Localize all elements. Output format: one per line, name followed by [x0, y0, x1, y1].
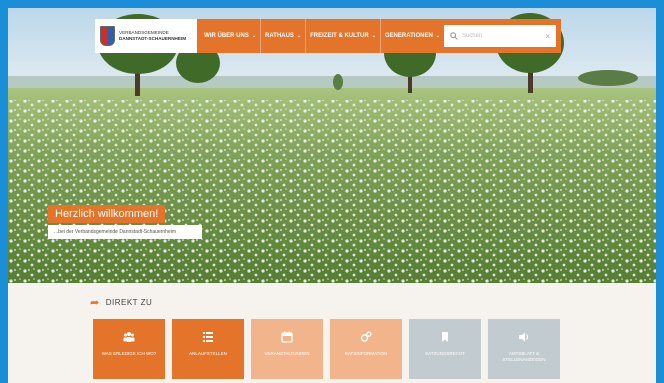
chevron-down-icon: ⌄: [435, 33, 440, 39]
tile-satzungsrecht[interactable]: SATZUNGSRECHT: [409, 319, 481, 379]
welcome-title: Herzlich willkommen!: [48, 205, 166, 223]
nav-item-label: FREIZEIT & KULTUR: [310, 33, 369, 39]
welcome-subtitle: ...bei der Verbandsgemeinde Dannstadt-Sc…: [48, 225, 202, 239]
bookmark-icon: [442, 332, 448, 342]
search-input[interactable]: [457, 33, 546, 39]
search-icon[interactable]: [450, 32, 458, 40]
tile-label: VERANSTALTUNGEN: [264, 351, 310, 356]
calendar-icon: [281, 331, 293, 343]
list-icon: [203, 332, 213, 342]
logo-line2: DANNSTADT-SCHAUERNHEIM: [119, 36, 187, 41]
site-logo[interactable]: VERBANDSGEMEINDE DANNSTADT-SCHAUERNHEIM: [95, 19, 198, 53]
tile-amtsblatt-stellenanzeigen[interactable]: AMTSBLATT & STELLENANZEIGEN: [488, 319, 560, 379]
chevron-down-icon: ⌄: [371, 33, 376, 39]
direct-section-heading: ➦ DIREKT ZU: [90, 296, 152, 309]
crest-icon: [100, 26, 115, 46]
cogs-icon: [360, 331, 372, 342]
chevron-down-icon: ⌄: [251, 33, 257, 39]
tile-label: SATZUNGSRECHT: [425, 351, 465, 356]
page-frame: VERBANDSGEMEINDE DANNSTADT-SCHAUERNHEIM …: [8, 8, 656, 383]
direct-title: DIREKT ZU: [105, 298, 153, 307]
speaker-icon: [519, 332, 529, 342]
tile-veranstaltungen[interactable]: VERANSTALTUNGEN: [251, 319, 323, 379]
tile-label: WAS ERLEDIGE ICH WO?: [101, 351, 157, 356]
tile-ratsinformation[interactable]: RATSINFORMATION: [330, 319, 402, 379]
nav-item-generationen[interactable]: GENERATIONEN ⌄: [381, 19, 444, 53]
chevron-down-icon: ⌄: [296, 33, 302, 39]
nav-item-label: GENERATIONEN: [384, 33, 433, 39]
nav-item-label: WIR ÜBER UNS: [204, 33, 249, 39]
search-box: ×: [444, 25, 556, 47]
people-icon: [123, 332, 135, 342]
nav-item-wir-ueber-uns[interactable]: WIR ÜBER UNS ⌄: [200, 19, 262, 53]
nav-item-rathaus[interactable]: RATHAUS ⌄: [261, 19, 307, 53]
nav-item-label: RATHAUS: [265, 33, 294, 39]
main-nav: WIR ÜBER UNS ⌄ RATHAUS ⌄ FREIZEIT & KULT…: [197, 19, 561, 53]
tile-label: AMTSBLATT & STELLENANZEIGEN: [502, 351, 546, 362]
logo-text: VERBANDSGEMEINDE DANNSTADT-SCHAUERNHEIM: [119, 30, 186, 42]
share-arrow-icon: ➦: [90, 297, 100, 309]
welcome-box: Herzlich willkommen! ...bei der Verbands…: [48, 204, 202, 239]
tile-was-erledige-ich-wo[interactable]: WAS ERLEDIGE ICH WO?: [93, 319, 165, 379]
tile-label: ANLAUFSTELLEN: [189, 351, 227, 356]
quick-link-tiles: WAS ERLEDIGE ICH WO? ANLAUFSTELLEN VERAN…: [93, 319, 560, 379]
close-icon[interactable]: ×: [545, 32, 550, 41]
nav-item-freizeit-kultur[interactable]: FREIZEIT & KULTUR ⌄: [306, 19, 381, 53]
site-header: VERBANDSGEMEINDE DANNSTADT-SCHAUERNHEIM …: [95, 19, 561, 53]
tile-label: RATSINFORMATION: [344, 351, 388, 356]
tile-anlaufstellen[interactable]: ANLAUFSTELLEN: [172, 319, 244, 379]
